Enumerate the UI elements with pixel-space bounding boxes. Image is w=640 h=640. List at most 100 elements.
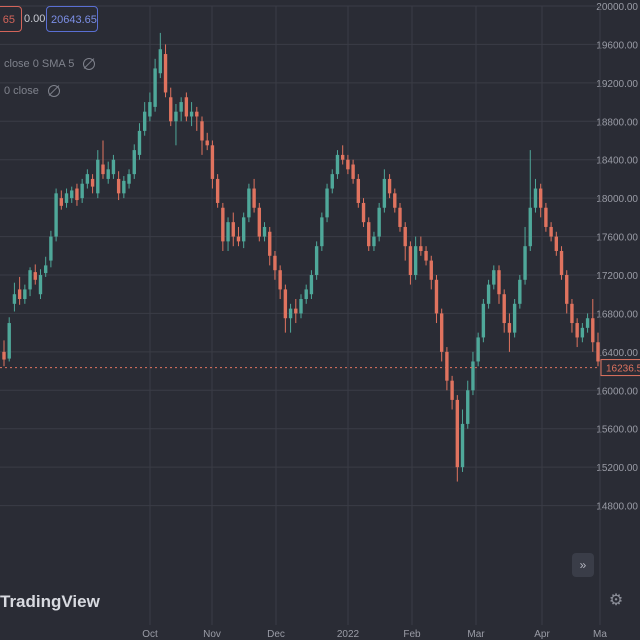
x-tick-label: Apr	[534, 629, 550, 640]
candle-body	[106, 169, 110, 179]
candle-body	[288, 308, 293, 319]
y-tick-label: 18400.00	[596, 156, 638, 167]
candle-body	[507, 323, 512, 333]
candle-body	[460, 423, 465, 468]
candle-body	[226, 222, 230, 242]
indicator-legend-close[interactable]: 0 close	[4, 85, 60, 98]
candle-body	[111, 159, 116, 175]
candle-body	[398, 207, 402, 227]
x-tick-label: Ma	[593, 629, 607, 640]
buy-price-box[interactable]: 20643.65	[46, 6, 98, 32]
candle-body	[64, 193, 69, 203]
candle-body	[38, 275, 43, 295]
y-tick-label: 17200.00	[596, 271, 638, 282]
x-tick-label: Feb	[403, 629, 421, 640]
candle-body	[163, 54, 168, 93]
y-tick-label: 15200.00	[596, 463, 638, 474]
candle-body	[148, 102, 152, 117]
candle-body	[533, 188, 538, 208]
candle-body	[471, 361, 475, 391]
candle-body	[299, 299, 303, 314]
sell-price-box[interactable]: 65	[0, 6, 22, 32]
y-tick-label: 18000.00	[596, 194, 638, 205]
candle-body	[85, 174, 90, 184]
candle-body	[554, 236, 559, 251]
candle-body	[12, 294, 17, 304]
candle-body	[314, 246, 319, 275]
candle-body	[153, 68, 157, 107]
chevrons-right-icon[interactable]: »	[572, 553, 594, 577]
candle-body	[502, 294, 506, 324]
candle-body	[466, 390, 470, 424]
y-tick-label: 19600.00	[596, 40, 638, 51]
candle-body	[273, 255, 277, 271]
candle-body	[492, 270, 496, 285]
candle-body	[23, 289, 27, 300]
candle-body	[221, 207, 225, 242]
candle-body	[215, 178, 220, 203]
candle-body	[434, 279, 439, 314]
y-tick-label: 16400.00	[596, 348, 638, 359]
candle-body	[570, 303, 574, 324]
candle-body	[424, 250, 428, 261]
candle-body	[132, 150, 136, 175]
candle-body	[195, 111, 199, 117]
candle-body	[262, 226, 267, 237]
candle-body	[43, 265, 48, 274]
candle-body	[476, 337, 480, 362]
candlestick-chart[interactable]: 20000.00 19600.00 19200.00 18800.00 18400.00…	[0, 0, 640, 640]
candle-body	[294, 308, 298, 314]
candle-body	[122, 180, 126, 194]
hide-eye-icon[interactable]	[83, 58, 96, 71]
candle-body	[528, 207, 532, 247]
candle-body	[90, 178, 95, 187]
candle-body	[538, 188, 543, 208]
indicator-legend-sma[interactable]: close 0 SMA 5	[4, 58, 96, 71]
y-tick-label: 20000.00	[596, 2, 638, 13]
spread-value: 0.00	[24, 13, 46, 25]
candle-body	[335, 154, 340, 175]
hide-eye-icon[interactable]	[47, 85, 60, 98]
candle-body	[455, 399, 460, 468]
candle-body	[241, 217, 246, 242]
candle-body	[486, 284, 491, 304]
y-tick-label: 17600.00	[596, 233, 638, 244]
candle-body	[33, 272, 37, 280]
x-tick-label: Oct	[142, 629, 158, 640]
candle-body	[419, 246, 423, 251]
y-tick-label: 16000.00	[596, 386, 638, 397]
candle-body	[17, 289, 22, 300]
candle-body	[2, 351, 6, 360]
candle-body	[309, 275, 314, 295]
candle-body	[351, 164, 355, 179]
candle-body	[54, 193, 58, 237]
y-tick-label: 18800.00	[596, 117, 638, 128]
candle-body	[340, 154, 345, 160]
candle-body	[387, 178, 392, 194]
candle-body	[393, 193, 397, 208]
candle-body	[142, 111, 147, 131]
candle-body	[565, 275, 569, 304]
gear-icon[interactable]: ⚙	[606, 590, 626, 610]
candle-body	[325, 188, 329, 218]
candle-body	[252, 188, 256, 208]
candle-body	[158, 49, 163, 74]
candle-body	[278, 270, 282, 290]
candle-body	[205, 140, 209, 146]
x-tick-label: Dec	[267, 629, 285, 640]
indicator-sma-label: close 0 SMA 5	[4, 58, 75, 70]
candle-body	[481, 303, 486, 338]
y-tick-label: 16800.00	[596, 309, 638, 320]
candle-body	[450, 380, 454, 400]
candle-body	[200, 121, 204, 141]
candle-body	[445, 351, 449, 381]
candle-body	[346, 159, 350, 170]
candle-body	[382, 178, 387, 208]
candle-body	[80, 183, 84, 199]
candle-body	[268, 231, 272, 256]
candle-body	[75, 188, 79, 201]
candle-body	[367, 222, 371, 247]
candle-body	[184, 97, 189, 117]
x-tick-label: Nov	[203, 629, 221, 640]
candle-body	[523, 246, 527, 280]
